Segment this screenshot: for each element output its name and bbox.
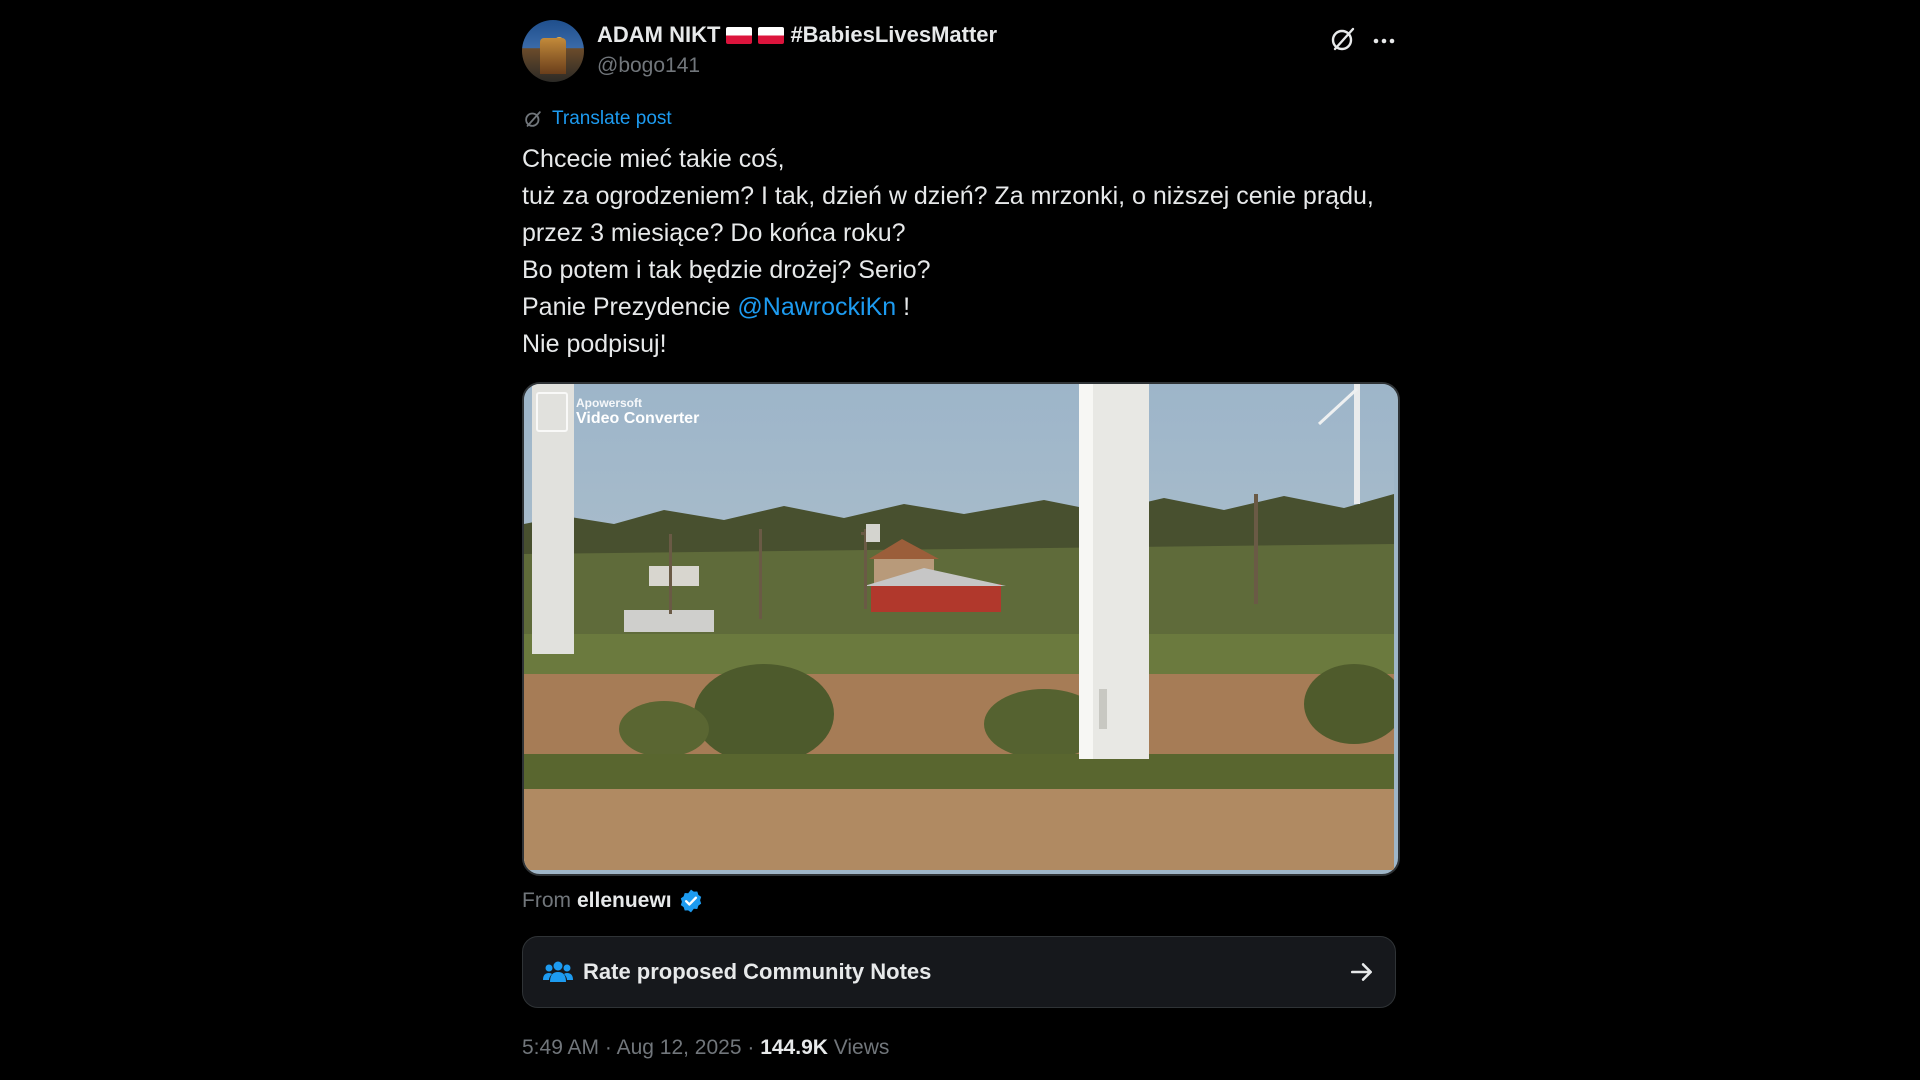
people-icon <box>543 961 573 982</box>
separator: · <box>747 1036 761 1059</box>
post-line: Chcecie mieć takie coś, <box>522 145 785 173</box>
video-player[interactable]: Apowersoft Video Converter <box>522 382 1400 876</box>
grok-icon[interactable] <box>1327 23 1359 55</box>
watermark-top-text: Apowersoft <box>576 396 642 410</box>
author-hashtag[interactable]: #BabiesLivesMatter <box>790 22 997 48</box>
post-line: Panie Prezydencie @NawrockiKn ! <box>522 289 1396 326</box>
post-meta: 5:49 AM · Aug 12, 2025 · 144.9K Views <box>522 1036 889 1060</box>
translate-label[interactable]: Translate post <box>552 108 672 130</box>
views-label: Views <box>833 1036 890 1059</box>
community-notes-label: Rate proposed Community Notes <box>583 959 932 984</box>
post-line: Nie podpisuj! <box>522 330 667 358</box>
verified-badge-icon <box>680 889 701 913</box>
post-line-suffix: ! <box>896 293 911 321</box>
watermark-bottom-text: Video Converter <box>576 410 700 427</box>
post-text: Chcecie mieć takie coś, tuż za ogrodzeni… <box>522 141 1396 363</box>
avatar[interactable] <box>522 20 584 82</box>
views-count: 144.9K <box>760 1036 828 1059</box>
translate-post-link[interactable]: Translate post <box>522 108 672 130</box>
poland-flag-icon <box>726 26 753 44</box>
separator: · <box>604 1036 617 1059</box>
author-name-row[interactable]: ADAM NIKT #BabiesLivesMatter <box>597 22 997 48</box>
post-line: Bo potem i tak będzie drożej? Serio? <box>522 256 931 284</box>
tweet-header: ADAM NIKT #BabiesLivesMatter @bogo141 <box>522 18 1396 84</box>
from-label: From <box>522 889 571 912</box>
video-watermark: Apowersoft Video Converter <box>536 392 699 432</box>
source-account-link[interactable]: ellenuewı <box>577 889 672 913</box>
rate-community-notes-button[interactable]: Rate proposed Community Notes <box>522 936 1396 1008</box>
poland-flag-icon <box>758 26 785 44</box>
more-options-icon[interactable] <box>1368 23 1400 55</box>
mention-link[interactable]: @NawrockiKn <box>737 293 896 321</box>
video-source: From ellenuewı <box>522 888 704 914</box>
post-line: tuż za ogrodzeniem? I tak, dzień w dzień… <box>522 182 1374 247</box>
post-date[interactable]: Aug 12, 2025 <box>617 1036 742 1059</box>
video-frame <box>524 384 1394 870</box>
post-time[interactable]: 5:49 AM <box>522 1036 599 1059</box>
watermark-logo-icon <box>536 392 568 432</box>
post-line-prefix: Panie Prezydencie <box>522 293 738 321</box>
author-handle[interactable]: @bogo141 <box>597 54 700 78</box>
arrow-right-icon <box>1350 963 1372 981</box>
grok-icon <box>525 111 541 127</box>
author-name[interactable]: ADAM NIKT <box>597 22 720 48</box>
